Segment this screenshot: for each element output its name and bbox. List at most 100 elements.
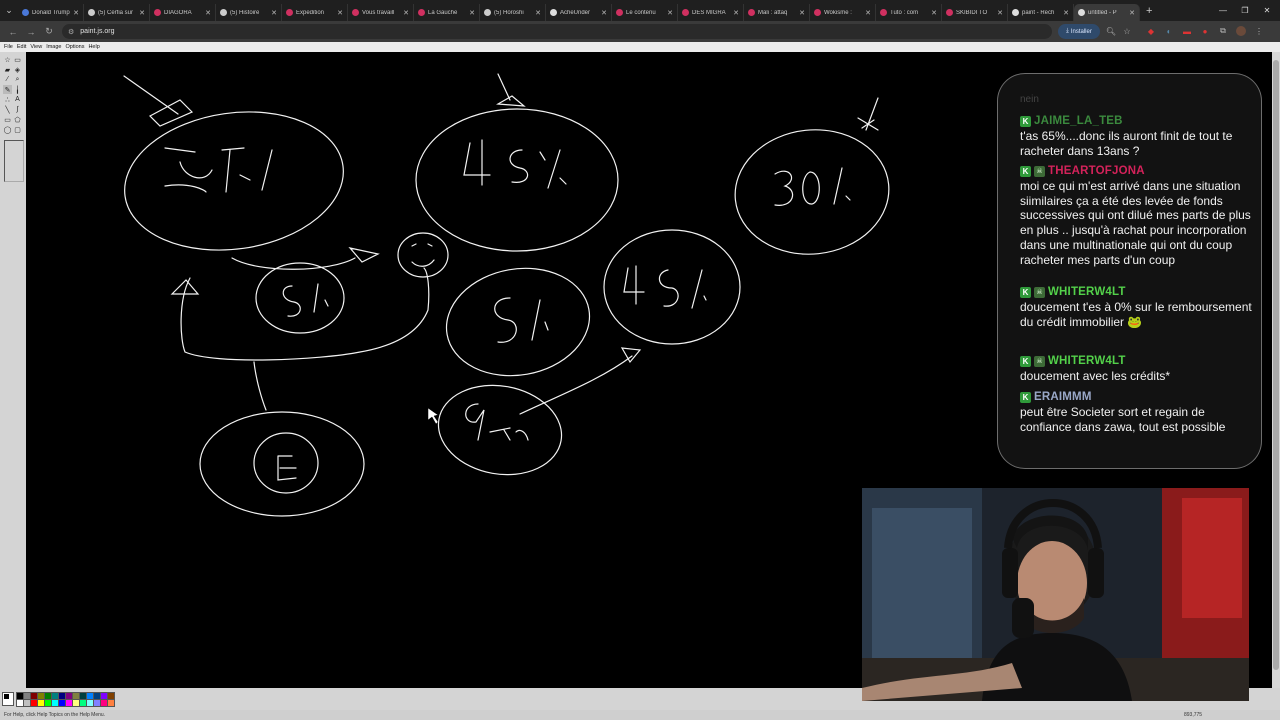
free-select-icon[interactable]: ☆ — [3, 55, 12, 64]
tab-favicon-icon — [946, 9, 953, 16]
chat-message: K JAIME_LA_TEB t'as 65%....donc ils auront… — [1020, 114, 1252, 158]
extension-icon[interactable]: ▬ — [1182, 26, 1192, 36]
browser-tab[interactable]: (5) Horoshi ✕ — [480, 4, 546, 21]
tab-favicon-icon — [814, 9, 821, 16]
rectangle-icon[interactable]: ▭ — [3, 115, 12, 124]
chat-message-header: K ☠ WHITERW4LT — [1020, 285, 1252, 299]
forward-icon[interactable]: → — [24, 25, 38, 38]
tab-close-icon[interactable]: ✕ — [73, 9, 79, 17]
menu-image[interactable]: Image — [46, 44, 61, 50]
tab-close-icon[interactable]: ✕ — [931, 9, 937, 17]
profile-icon[interactable] — [1236, 26, 1246, 36]
eraser-icon[interactable]: ▰ — [3, 65, 12, 74]
tab-close-icon[interactable]: ✕ — [601, 9, 607, 17]
browser-tab[interactable]: untitled - P ✕ — [1074, 4, 1140, 21]
tab-close-icon[interactable]: ✕ — [271, 9, 277, 17]
kick-badge-icon: K — [1020, 355, 1031, 367]
maximize-icon[interactable]: ❐ — [1234, 0, 1256, 21]
scroll-thumb[interactable] — [1273, 60, 1279, 670]
polygon-icon[interactable]: ⬠ — [13, 115, 22, 124]
tab-close-icon[interactable]: ✕ — [337, 9, 343, 17]
bookmark-star-icon[interactable]: ☆ — [1122, 26, 1132, 36]
chat-username[interactable]: WHITERW4LT — [1048, 286, 1126, 298]
tab-close-icon[interactable]: ✕ — [865, 9, 871, 17]
tab-close-icon[interactable]: ✕ — [1063, 9, 1069, 17]
pencil-icon[interactable]: ✎ — [3, 85, 12, 94]
select-icon[interactable]: ▭ — [13, 55, 22, 64]
new-tab-button[interactable]: + — [1146, 5, 1152, 17]
browser-tab[interactable]: paint - Rech ✕ — [1008, 4, 1074, 21]
tab-close-icon[interactable]: ✕ — [205, 9, 211, 17]
tab-favicon-icon — [418, 9, 425, 16]
browser-tab[interactable]: AcheUnder ✕ — [546, 4, 612, 21]
browser-tab[interactable]: La Gauche ✕ — [414, 4, 480, 21]
zoom-tool-icon[interactable]: ⌕ — [13, 75, 22, 84]
chat-username[interactable]: WHITERW4LT — [1048, 355, 1126, 367]
browser-tab[interactable]: Tuto : com ✕ — [876, 4, 942, 21]
kick-badge-icon: K — [1020, 115, 1031, 127]
curve-icon[interactable]: ∫ — [13, 105, 22, 114]
menu-file[interactable]: File — [4, 44, 13, 50]
kebab-menu-icon[interactable]: ⋮ — [1254, 26, 1264, 36]
address-bar[interactable]: ⚙ paint.js.org — [62, 24, 1052, 39]
menu-options[interactable]: Options — [65, 44, 84, 50]
text-icon[interactable]: A — [13, 95, 22, 104]
vertical-scrollbar[interactable] — [1272, 52, 1280, 688]
install-icon: ⤓ — [1066, 28, 1069, 34]
browser-tab[interactable]: Mali : attaq ✕ — [744, 4, 810, 21]
tab-favicon-icon — [880, 9, 887, 16]
browser-tab[interactable]: Wokisme : ✕ — [810, 4, 876, 21]
browser-tab[interactable]: DES MIGRA ✕ — [678, 4, 744, 21]
tab-close-icon[interactable]: ✕ — [667, 9, 673, 17]
chat-message: K ERAIMMM peut être Societer sort et regai… — [1020, 390, 1252, 434]
tab-close-icon[interactable]: ✕ — [403, 9, 409, 17]
tab-close-icon[interactable]: ✕ — [535, 9, 541, 17]
tab-close-icon[interactable]: ✕ — [733, 9, 739, 17]
skull-icon: ☠ — [1034, 286, 1045, 298]
back-icon[interactable]: ← — [6, 25, 20, 38]
browser-tab[interactable]: SKIBIDI TO ✕ — [942, 4, 1008, 21]
line-icon[interactable]: ╲ — [3, 105, 12, 114]
tab-title: (5) Histoire — [230, 9, 260, 16]
tab-close-icon[interactable]: ✕ — [997, 9, 1003, 17]
extension-icon[interactable]: ● — [1200, 26, 1210, 36]
extension-icon[interactable]: ⧉ — [1218, 26, 1228, 36]
browser-tab[interactable]: (5) Histoire ✕ — [216, 4, 282, 21]
color-picker-icon[interactable]: ⁄ — [3, 75, 12, 84]
menu-edit[interactable]: Edit — [17, 44, 26, 50]
tab-close-icon[interactable]: ✕ — [799, 9, 805, 17]
extension-icon[interactable]: ◐ — [1164, 26, 1174, 36]
minimize-icon[interactable]: — — [1212, 0, 1234, 21]
site-info-icon[interactable]: ⚙ — [68, 28, 74, 36]
tool-options[interactable] — [4, 140, 24, 182]
install-button[interactable]: ⤓ Installer — [1058, 24, 1100, 39]
brush-icon[interactable]: ╽ — [13, 85, 22, 94]
rounded-rect-icon[interactable]: ▢ — [13, 125, 22, 134]
fill-icon[interactable]: ◈ — [13, 65, 22, 74]
close-window-icon[interactable]: ✕ — [1256, 0, 1278, 21]
browser-tab[interactable]: DIAGORA ✕ — [150, 4, 216, 21]
extension-icon[interactable]: ◆ — [1146, 26, 1156, 36]
tab-favicon-icon — [352, 9, 359, 16]
ellipse-icon[interactable]: ◯ — [3, 125, 12, 134]
kick-badge-icon: K — [1020, 391, 1031, 403]
browser-tab[interactable]: Vous travaill ✕ — [348, 4, 414, 21]
tab-search-icon[interactable]: ⌄ — [0, 0, 18, 21]
browser-tab[interactable]: Donald Trump ✕ — [18, 4, 84, 21]
menu-view[interactable]: View — [30, 44, 42, 50]
chat-username[interactable]: JAIME_LA_TEB — [1034, 115, 1123, 127]
tab-close-icon[interactable]: ✕ — [139, 9, 145, 17]
zoom-icon[interactable]: 🔍︎ — [1106, 26, 1116, 36]
reload-icon[interactable]: ↻ — [42, 25, 56, 38]
menu-help[interactable]: Help — [88, 44, 99, 50]
color-swatch[interactable] — [107, 699, 115, 707]
browser-tab[interactable]: Expedition ✕ — [282, 4, 348, 21]
chat-username[interactable]: ERAIMMM — [1034, 391, 1092, 403]
chat-username[interactable]: THEARTOFJONA — [1048, 165, 1145, 177]
browser-tab[interactable]: Le contenu ✕ — [612, 4, 678, 21]
tab-close-icon[interactable]: ✕ — [469, 9, 475, 17]
current-colors[interactable] — [2, 692, 14, 706]
tab-close-icon[interactable]: ✕ — [1129, 9, 1135, 17]
airbrush-icon[interactable]: ∴ — [3, 95, 12, 104]
browser-tab[interactable]: (5) Cerfia sur ✕ — [84, 4, 150, 21]
